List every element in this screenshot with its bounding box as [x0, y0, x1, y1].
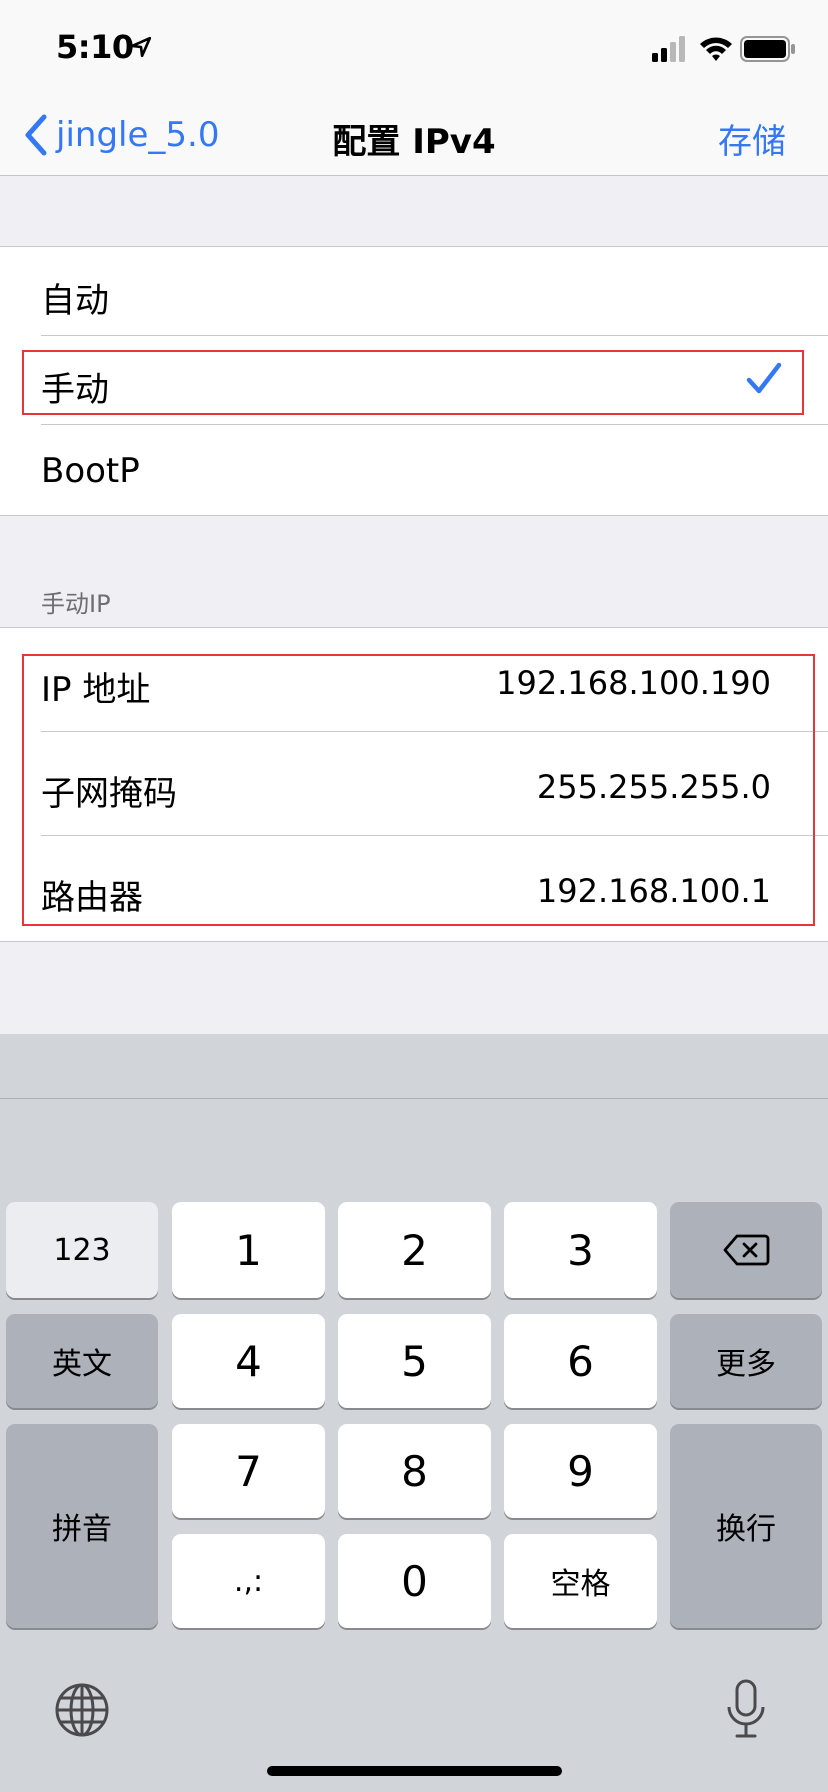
option-label: 自动 [41, 281, 109, 321]
router-field[interactable]: 路由器 192.168.100.1 [0, 836, 828, 940]
section-header-manual-ip: 手动IP [41, 590, 111, 618]
globe-icon[interactable] [54, 1682, 110, 1738]
ip-address-value[interactable]: 192.168.100.190 [496, 664, 771, 702]
cellular-signal-icon [652, 36, 685, 62]
key-2[interactable]: 2 [338, 1202, 491, 1298]
status-time: 5:10 [56, 28, 134, 66]
navigation-bar: jingle_5.0 配置 IPv4 存储 [0, 100, 828, 176]
page-title: 配置 IPv4 [332, 122, 496, 162]
subnet-mask-field[interactable]: 子网掩码 255.255.255.0 [0, 732, 828, 836]
manual-ip-fields: IP 地址 192.168.100.190 子网掩码 255.255.255.0… [0, 627, 828, 942]
option-bootp[interactable]: BootP [0, 425, 828, 514]
key-punctuation[interactable]: .,: [172, 1534, 325, 1628]
number-keyboard: 123 1 2 3 英文 4 5 6 更多 拼音 7 8 9 换行 .,: 0 … [0, 1034, 828, 1792]
key-return[interactable]: 换行 [670, 1424, 822, 1628]
ip-address-field[interactable]: IP 地址 192.168.100.190 [0, 628, 828, 732]
key-5[interactable]: 5 [338, 1314, 491, 1408]
key-3[interactable]: 3 [504, 1202, 657, 1298]
key-space[interactable]: 空格 [504, 1534, 657, 1628]
status-bar: 5:10 [0, 0, 828, 100]
key-1[interactable]: 1 [172, 1202, 325, 1298]
battery-icon [740, 36, 795, 62]
key-9[interactable]: 9 [504, 1424, 657, 1518]
option-auto[interactable]: 自动 [0, 247, 828, 336]
subnet-mask-value[interactable]: 255.255.255.0 [537, 768, 771, 806]
key-more[interactable]: 更多 [670, 1314, 822, 1408]
backspace-icon [723, 1234, 770, 1266]
field-label: 路由器 [41, 878, 143, 918]
microphone-icon[interactable] [726, 1679, 766, 1739]
wifi-icon [700, 37, 732, 61]
field-label: 子网掩码 [41, 774, 177, 814]
location-arrow-icon [130, 36, 152, 58]
key-8[interactable]: 8 [338, 1424, 491, 1518]
home-indicator[interactable] [267, 1766, 562, 1776]
option-label: BootP [41, 451, 140, 491]
key-123[interactable]: 123 [6, 1202, 158, 1298]
key-0[interactable]: 0 [338, 1534, 491, 1628]
key-7[interactable]: 7 [172, 1424, 325, 1518]
field-label: IP 地址 [41, 670, 151, 710]
key-6[interactable]: 6 [504, 1314, 657, 1408]
ipv4-config-options: 自动 手动 BootP [0, 246, 828, 516]
option-manual[interactable]: 手动 [0, 336, 828, 425]
key-english[interactable]: 英文 [6, 1314, 158, 1408]
option-label: 手动 [41, 370, 109, 410]
key-4[interactable]: 4 [172, 1314, 325, 1408]
checkmark-icon [746, 362, 782, 394]
keyboard-top-divider [0, 1098, 828, 1099]
key-pinyin[interactable]: 拼音 [6, 1424, 158, 1628]
delete-key[interactable] [670, 1202, 822, 1298]
save-button[interactable]: 存储 [718, 114, 786, 163]
router-value[interactable]: 192.168.100.1 [537, 872, 771, 910]
